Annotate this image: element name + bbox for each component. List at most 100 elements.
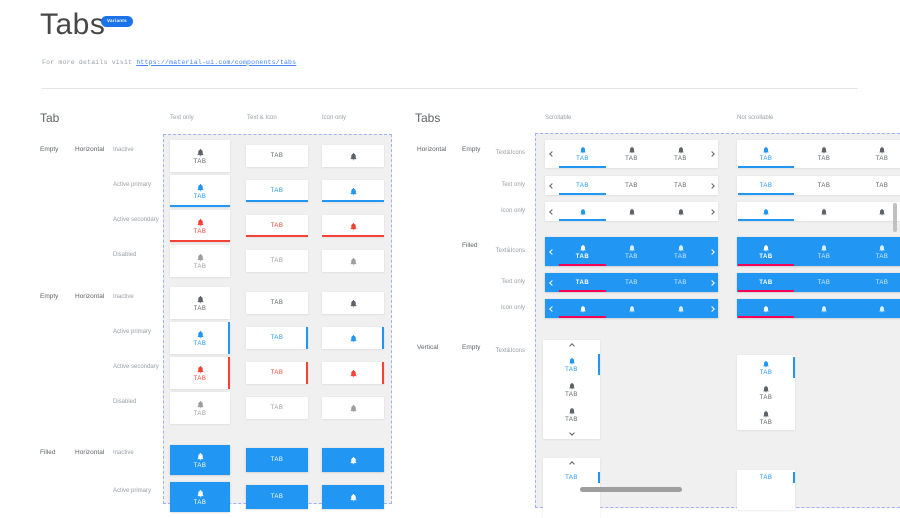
- tab-text-inactive[interactable]: TAB: [246, 292, 308, 314]
- tab-texticon-inactive[interactable]: TAB: [170, 287, 230, 319]
- tab-active[interactable]: TAB: [558, 237, 607, 266]
- tab[interactable]: [795, 299, 853, 318]
- bell-icon: [762, 385, 770, 393]
- chevron-right-icon[interactable]: [705, 299, 718, 318]
- tab-filled-text-inactive[interactable]: TAB: [246, 448, 308, 472]
- tab[interactable]: [656, 202, 705, 221]
- tab[interactable]: TAB: [543, 377, 600, 402]
- tab-icon-active-primary-vertical[interactable]: [322, 327, 384, 349]
- chevron-right-icon[interactable]: [705, 140, 718, 168]
- tab-active[interactable]: TAB: [737, 140, 795, 168]
- tab-texticon-inactive[interactable]: TAB: [170, 140, 230, 172]
- chevron-up-icon[interactable]: [543, 340, 600, 352]
- tab-icon-disabled[interactable]: [322, 250, 384, 272]
- tab[interactable]: [795, 202, 853, 221]
- tab[interactable]: TAB: [795, 140, 853, 168]
- tab[interactable]: TAB: [795, 176, 853, 195]
- tab[interactable]: TAB: [607, 140, 656, 168]
- tab[interactable]: TAB: [656, 140, 705, 168]
- material-ui-link[interactable]: https://material-ui.com/components/tabs: [136, 59, 296, 66]
- tab-active[interactable]: TAB: [558, 176, 607, 195]
- tab[interactable]: TAB: [607, 237, 656, 266]
- tab[interactable]: TAB: [853, 237, 900, 266]
- tab[interactable]: TAB: [853, 176, 900, 195]
- tab-label: TAB: [271, 405, 284, 411]
- chevron-right-icon[interactable]: [705, 176, 718, 195]
- horizontal-scrollbar-thumb[interactable]: [580, 487, 682, 492]
- tab-icon-active-primary[interactable]: [322, 180, 384, 202]
- tab[interactable]: TAB: [543, 402, 600, 427]
- tab[interactable]: [656, 299, 705, 318]
- chevron-left-icon[interactable]: [545, 237, 558, 266]
- tab[interactable]: TAB: [853, 273, 900, 292]
- tab[interactable]: TAB: [737, 380, 795, 405]
- tab-filled-icon-active[interactable]: [322, 485, 384, 509]
- chevron-left-icon[interactable]: [545, 176, 558, 195]
- tab[interactable]: TAB: [795, 237, 853, 266]
- chevron-up-icon[interactable]: [543, 458, 600, 470]
- tab-filled-texticon-inactive[interactable]: TAB: [170, 445, 230, 475]
- tab-label: TAB: [760, 183, 773, 189]
- tab-section-title: Tab: [40, 111, 59, 125]
- tab-active[interactable]: TAB: [737, 176, 795, 195]
- chevron-left-icon[interactable]: [545, 299, 558, 318]
- tab-text-disabled[interactable]: TAB: [246, 250, 308, 272]
- chevron-down-icon[interactable]: [543, 427, 600, 439]
- vertical-scrollbar-thumb[interactable]: [893, 203, 897, 232]
- tab-texticon-active-secondary-vertical[interactable]: TAB: [170, 357, 230, 389]
- tab[interactable]: [607, 299, 656, 318]
- tab[interactable]: TAB: [607, 176, 656, 195]
- tab-active[interactable]: TAB: [543, 470, 600, 485]
- tab[interactable]: TAB: [607, 273, 656, 292]
- tab-text-inactive[interactable]: TAB: [246, 145, 308, 167]
- tab-active[interactable]: TAB: [737, 273, 795, 292]
- tab[interactable]: TAB: [795, 273, 853, 292]
- tab-filled-text-active[interactable]: TAB: [246, 485, 308, 509]
- tab-texticon-disabled[interactable]: TAB: [170, 245, 230, 277]
- tab-icon-inactive[interactable]: [322, 145, 384, 167]
- tab-active[interactable]: TAB: [558, 140, 607, 168]
- chevron-left-icon[interactable]: [545, 273, 558, 292]
- tab-active[interactable]: TAB: [543, 352, 600, 377]
- tab-icon-inactive[interactable]: [322, 292, 384, 314]
- variants-badge[interactable]: Variants: [101, 16, 133, 27]
- tab-text-active-primary-vertical[interactable]: TAB: [246, 327, 308, 349]
- tab-active[interactable]: [737, 202, 795, 221]
- tab-active[interactable]: TAB: [737, 237, 795, 266]
- tab-icon-disabled[interactable]: [322, 397, 384, 419]
- tabs-scrollable-filled-icononly: [545, 299, 718, 318]
- tab[interactable]: TAB: [656, 176, 705, 195]
- tab-text-active-secondary-vertical[interactable]: TAB: [246, 362, 308, 384]
- chevron-left-icon[interactable]: [545, 140, 558, 168]
- tab-active[interactable]: [558, 202, 607, 221]
- tab-text-active-secondary[interactable]: TAB: [246, 215, 308, 237]
- tab-active[interactable]: TAB: [558, 273, 607, 292]
- tab[interactable]: TAB: [656, 237, 705, 266]
- tab[interactable]: TAB: [853, 140, 900, 168]
- tab[interactable]: TAB: [656, 273, 705, 292]
- chevron-right-icon[interactable]: [705, 273, 718, 292]
- tab-texticon-active-secondary[interactable]: TAB: [170, 210, 230, 242]
- tab-active[interactable]: [737, 299, 795, 318]
- tab-texticon-active-primary[interactable]: TAB: [170, 175, 230, 207]
- tab-texticon-disabled[interactable]: TAB: [170, 392, 230, 424]
- tab-text-disabled[interactable]: TAB: [246, 397, 308, 419]
- tab[interactable]: [853, 299, 900, 318]
- tab-active[interactable]: TAB: [737, 355, 795, 380]
- bell-icon: [820, 208, 828, 216]
- chevron-right-icon[interactable]: [705, 202, 718, 221]
- chevron-right-icon[interactable]: [705, 237, 718, 266]
- chevron-left-icon[interactable]: [545, 202, 558, 221]
- bell-icon: [677, 146, 685, 154]
- tab-filled-texticon-active[interactable]: TAB: [170, 482, 230, 512]
- tab-texticon-active-primary-vertical[interactable]: TAB: [170, 322, 230, 354]
- tab-filled-icon-inactive[interactable]: [322, 448, 384, 472]
- tab-icon-active-secondary[interactable]: [322, 215, 384, 237]
- tab-text-active-primary[interactable]: TAB: [246, 180, 308, 202]
- tab-active[interactable]: TAB: [737, 470, 795, 485]
- tab-active[interactable]: [558, 299, 607, 318]
- tab-icon-active-secondary-vertical[interactable]: [322, 362, 384, 384]
- bell-icon: [349, 222, 358, 231]
- tab[interactable]: TAB: [737, 405, 795, 430]
- tab[interactable]: [607, 202, 656, 221]
